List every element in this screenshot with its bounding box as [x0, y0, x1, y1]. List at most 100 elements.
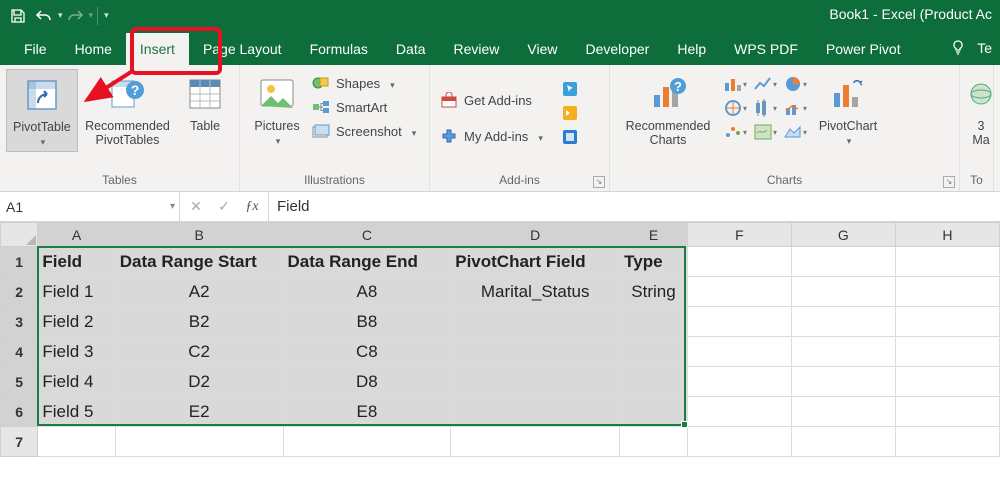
charts-launcher-icon[interactable]: ↘ [943, 176, 955, 188]
cell-G1[interactable] [791, 247, 895, 277]
tab-review[interactable]: Review [440, 33, 514, 65]
cell-F7[interactable] [687, 427, 791, 457]
row-header-4[interactable]: 4 [1, 337, 38, 367]
enter-icon[interactable]: ✓ [210, 192, 238, 221]
cell-C7[interactable] [283, 427, 451, 457]
cell-G4[interactable] [791, 337, 895, 367]
row-header-5[interactable]: 5 [1, 367, 38, 397]
cell-E1[interactable]: Type [620, 247, 688, 277]
pie-chart-icon[interactable]: ▾ [782, 73, 808, 95]
cell-B3[interactable]: B2 [115, 307, 283, 337]
cell-E3[interactable] [620, 307, 688, 337]
cell-A5[interactable]: Field 4 [38, 367, 115, 397]
cell-C5[interactable]: D8 [283, 367, 451, 397]
tab-page-layout[interactable]: Page Layout [189, 33, 296, 65]
col-header-G[interactable]: G [791, 223, 895, 247]
smartart-button[interactable]: SmartArt [308, 95, 420, 119]
cell-F6[interactable] [687, 397, 791, 427]
col-header-D[interactable]: D [451, 223, 620, 247]
cell-E2[interactable]: String [620, 277, 688, 307]
cell-F2[interactable] [687, 277, 791, 307]
cell-A6[interactable]: Field 5 [38, 397, 115, 427]
cell-C2[interactable]: A8 [283, 277, 451, 307]
col-header-E[interactable]: E [620, 223, 688, 247]
pictures-dropdown-icon[interactable] [274, 133, 281, 147]
undo-icon[interactable] [32, 4, 56, 28]
col-header-B[interactable]: B [115, 223, 283, 247]
cell-B2[interactable]: A2 [115, 277, 283, 307]
row-header-7[interactable]: 7 [1, 427, 38, 457]
row-header-1[interactable]: 1 [1, 247, 38, 277]
cell-E5[interactable] [620, 367, 688, 397]
pivottable-dropdown-icon[interactable] [39, 134, 46, 148]
my-addins-dropdown-icon[interactable] [534, 129, 543, 144]
row-header-6[interactable]: 6 [1, 397, 38, 427]
line-chart-icon[interactable]: ▾ [752, 73, 778, 95]
my-addins-button[interactable]: My Add-ins [436, 124, 547, 148]
worksheet-grid[interactable]: ABCDEFGH 1FieldData Range StartData Range… [0, 222, 1000, 503]
get-addins-button[interactable]: Get Add-ins [436, 88, 547, 112]
select-all[interactable] [1, 223, 38, 247]
cell-F4[interactable] [687, 337, 791, 367]
recommended-charts-button[interactable]: ? Recommended Charts [616, 69, 720, 149]
tab-wps-pdf[interactable]: WPS PDF [720, 33, 812, 65]
cell-G6[interactable] [791, 397, 895, 427]
col-header-F[interactable]: F [687, 223, 791, 247]
cell-G5[interactable] [791, 367, 895, 397]
cell-G3[interactable] [791, 307, 895, 337]
fx-icon[interactable]: ƒx [238, 192, 266, 221]
cell-D5[interactable] [451, 367, 620, 397]
bing-maps-icon[interactable] [557, 78, 583, 100]
cell-H5[interactable] [895, 367, 999, 397]
row-header-3[interactable]: 3 [1, 307, 38, 337]
tab-file[interactable]: File [10, 33, 61, 65]
cell-D3[interactable] [451, 307, 620, 337]
tab-home[interactable]: Home [61, 33, 126, 65]
screenshot-dropdown-icon[interactable] [408, 124, 417, 139]
cell-G7[interactable] [791, 427, 895, 457]
screenshot-button[interactable]: Screenshot [308, 119, 420, 143]
name-box-dropdown-icon[interactable]: ▾ [170, 201, 175, 212]
cell-C3[interactable]: B8 [283, 307, 451, 337]
cell-E4[interactable] [620, 337, 688, 367]
cell-H2[interactable] [895, 277, 999, 307]
name-box[interactable]: ▾ [0, 192, 180, 221]
shapes-button[interactable]: Shapes [308, 71, 420, 95]
cell-F3[interactable] [687, 307, 791, 337]
people-graph-icon[interactable] [557, 102, 583, 124]
tab-help[interactable]: Help [663, 33, 720, 65]
tab-formulas[interactable]: Formulas [296, 33, 382, 65]
cell-A1[interactable]: Field [38, 247, 115, 277]
tab-data[interactable]: Data [382, 33, 440, 65]
surface-chart-icon[interactable]: ▾ [782, 121, 808, 143]
combo-chart-icon[interactable]: ▾ [782, 97, 808, 119]
cell-B4[interactable]: C2 [115, 337, 283, 367]
cell-C1[interactable]: Data Range End [283, 247, 451, 277]
cell-C4[interactable]: C8 [283, 337, 451, 367]
statistic-chart-icon[interactable]: ▾ [752, 97, 778, 119]
pictures-button[interactable]: Pictures [246, 69, 308, 150]
save-icon[interactable] [6, 4, 30, 28]
col-header-A[interactable]: A [38, 223, 115, 247]
cell-H6[interactable] [895, 397, 999, 427]
cell-D4[interactable] [451, 337, 620, 367]
tab-developer[interactable]: Developer [572, 33, 664, 65]
recommended-pivottables-button[interactable]: ? Recommended PivotTables [78, 69, 178, 149]
col-header-H[interactable]: H [895, 223, 999, 247]
3d-map-button[interactable]: 3 Ma [966, 69, 996, 149]
cell-D1[interactable]: PivotChart Field [451, 247, 620, 277]
scatter-chart-icon[interactable]: ▾ [722, 121, 748, 143]
cell-B7[interactable] [115, 427, 283, 457]
col-header-C[interactable]: C [283, 223, 451, 247]
formula-input[interactable] [277, 198, 992, 215]
cell-C6[interactable]: E8 [283, 397, 451, 427]
cell-H1[interactable] [895, 247, 999, 277]
formula-input-wrap[interactable] [269, 192, 1000, 221]
cell-B6[interactable]: E2 [115, 397, 283, 427]
tell-me-icon[interactable] [947, 37, 969, 59]
hierarchy-chart-icon[interactable]: ▾ [722, 97, 748, 119]
cell-B1[interactable]: Data Range Start [115, 247, 283, 277]
cell-F5[interactable] [687, 367, 791, 397]
cell-F1[interactable] [687, 247, 791, 277]
cell-A2[interactable]: Field 1 [38, 277, 115, 307]
